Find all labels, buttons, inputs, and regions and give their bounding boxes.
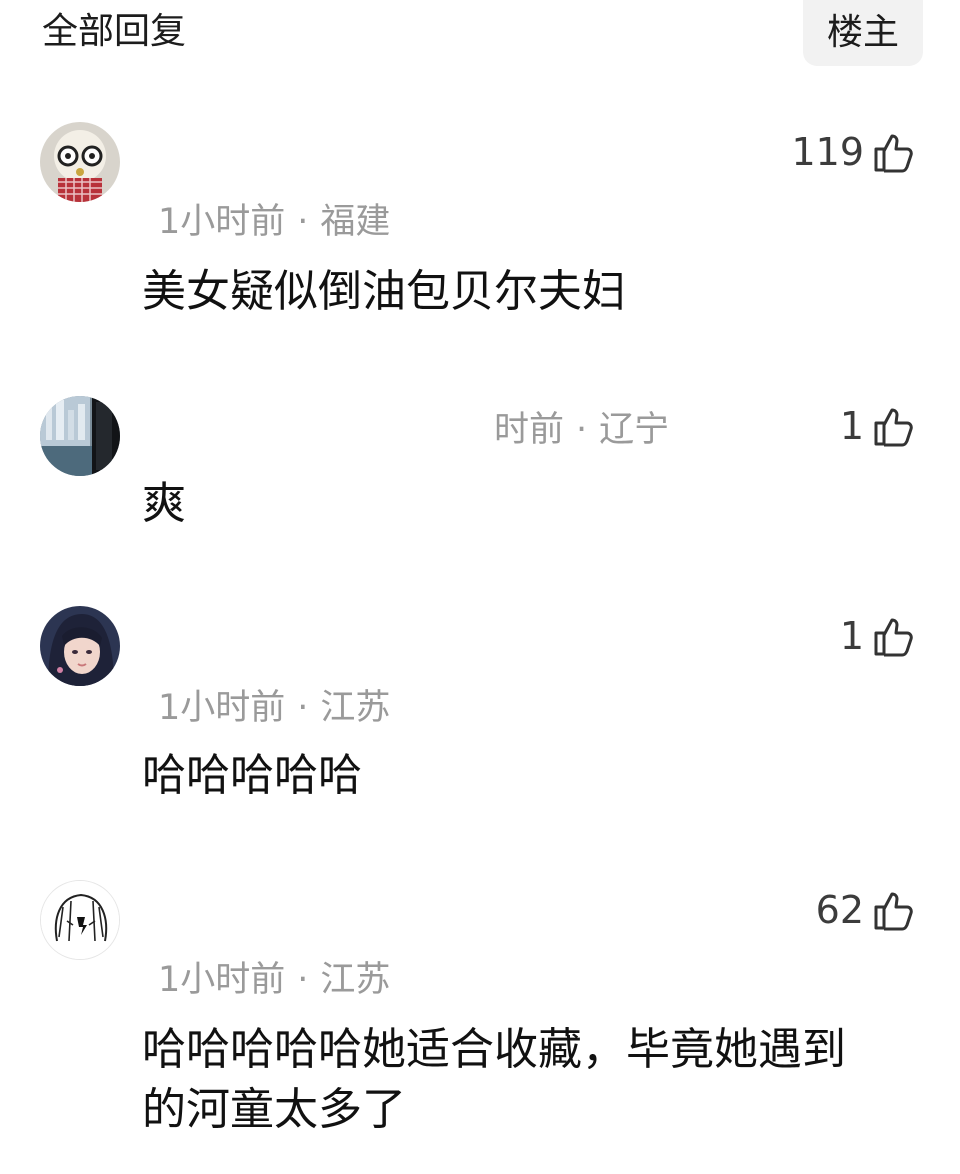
user-avatar[interactable] (40, 396, 120, 476)
doll-avatar-image (40, 122, 120, 202)
comment-text: 爽 (142, 478, 186, 529)
meta-separator: · (576, 410, 588, 450)
comment-text: 美女疑似倒油包贝尔夫妇 (142, 266, 626, 317)
like-count: 119 (791, 130, 864, 174)
comment-time: 1小时前 (158, 960, 286, 1000)
like-button[interactable]: 62 (816, 886, 914, 934)
sketch-face-avatar-image (41, 881, 119, 959)
comment-text: 哈哈哈哈哈她适合收藏，毕竟她遇到的河童太多了 (142, 1024, 846, 1135)
comment-meta: 时前 · 辽宁 (494, 408, 669, 452)
comment-location: 福建 (320, 202, 391, 242)
op-filter-button[interactable]: 楼主 (803, 0, 923, 66)
comment-meta: 1小时前 · 江苏 (158, 686, 390, 730)
user-avatar[interactable] (40, 606, 120, 686)
comment-text: 哈哈哈哈哈 (142, 750, 362, 801)
like-count: 1 (839, 614, 864, 658)
thumbs-up-icon (872, 888, 914, 932)
city-window-avatar-image (40, 396, 120, 476)
comment-time: 时前 (494, 410, 565, 450)
comment-location: 江苏 (320, 688, 391, 728)
username-mask (142, 404, 482, 454)
meta-separator: · (297, 960, 309, 1000)
comment-location: 江苏 (320, 960, 391, 1000)
comment-location: 辽宁 (599, 410, 670, 450)
thumbs-up-icon (872, 130, 914, 174)
comment-time: 1小时前 (158, 202, 286, 242)
like-button[interactable]: 1 (840, 612, 914, 660)
comment-meta: 1小时前 · 福建 (158, 200, 390, 244)
comment-time: 1小时前 (158, 688, 286, 728)
user-avatar[interactable] (40, 122, 120, 202)
like-count: 1 (839, 404, 864, 448)
meta-separator: · (297, 688, 309, 728)
comment-meta: 1小时前 · 江苏 (158, 958, 390, 1002)
like-button[interactable]: 1 (840, 402, 914, 450)
page-title: 全部回复 (42, 11, 187, 52)
like-count: 62 (815, 888, 864, 932)
meta-separator: · (297, 202, 309, 242)
user-avatar[interactable] (40, 880, 120, 960)
thumbs-up-icon (872, 614, 914, 658)
thumbs-up-icon (872, 404, 914, 448)
anime-girl-avatar-image (40, 606, 120, 686)
like-button[interactable]: 119 (791, 128, 914, 176)
